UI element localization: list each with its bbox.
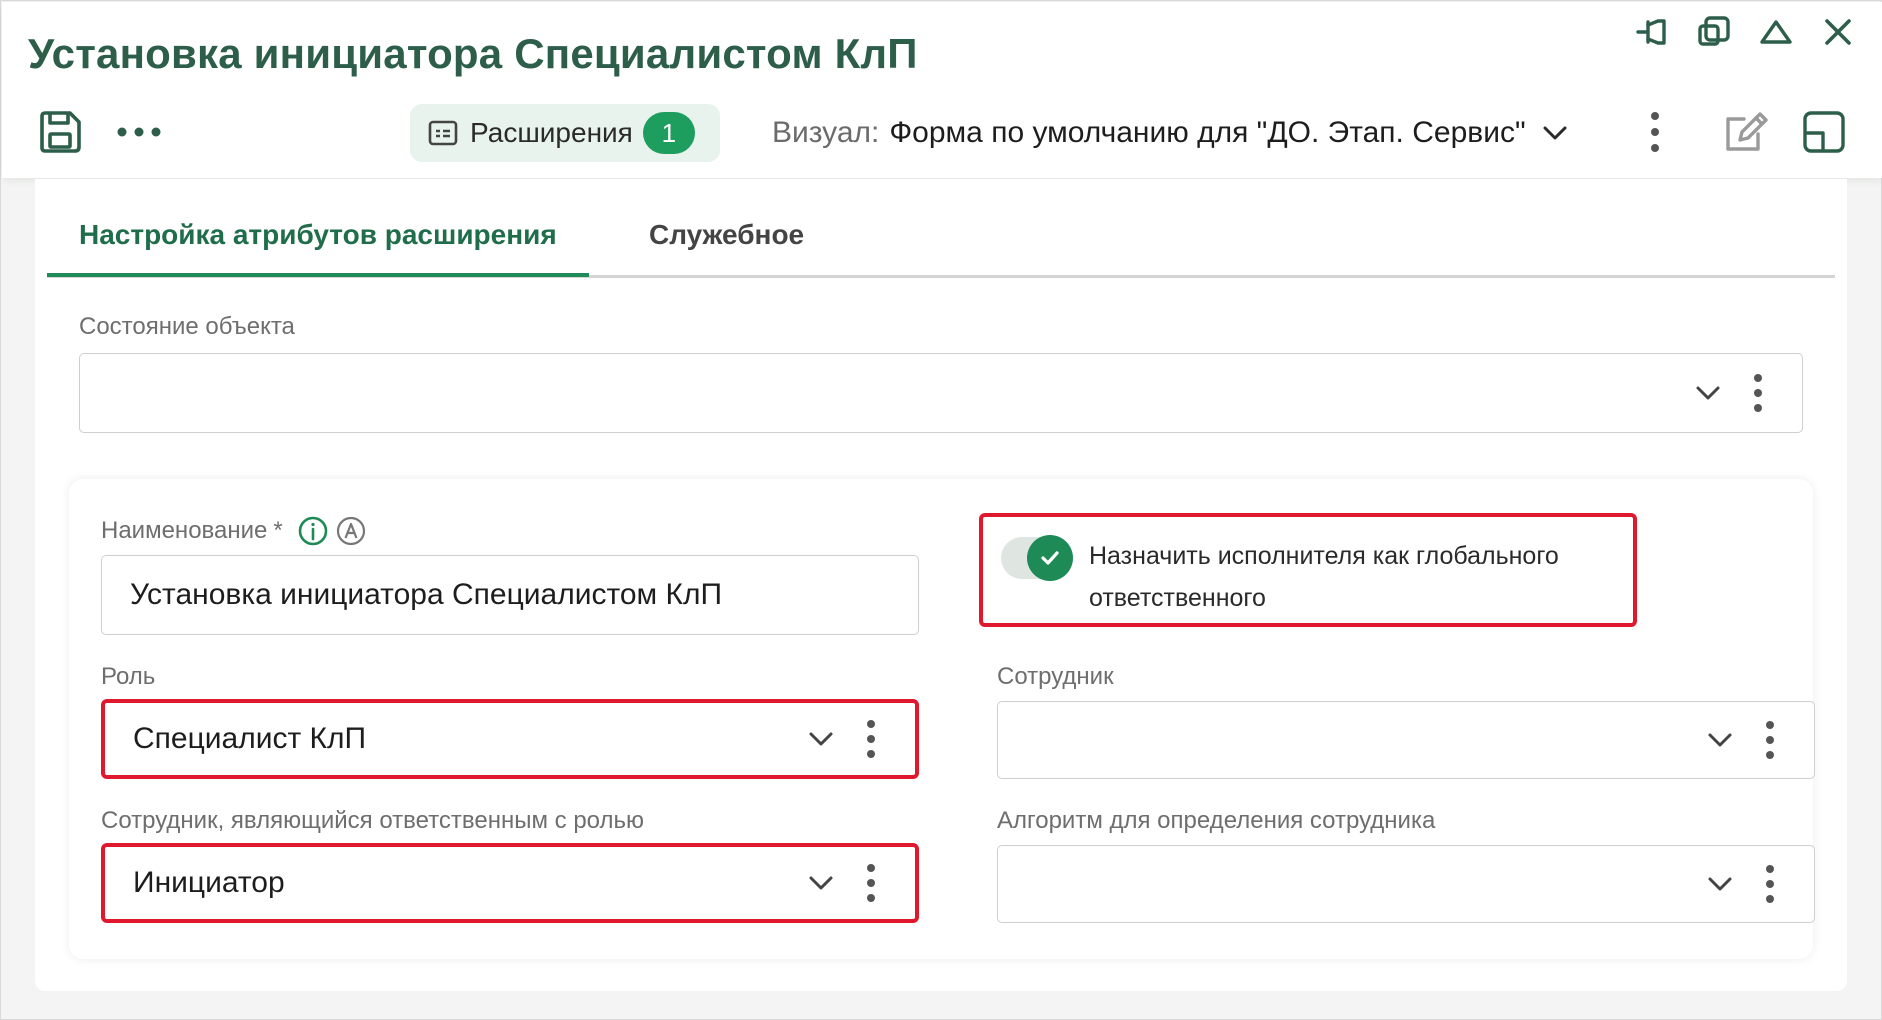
object-state-field[interactable] xyxy=(79,353,1803,433)
responsible-employee-value: Инициатор xyxy=(133,866,285,899)
more-horizontal-icon[interactable] xyxy=(114,114,164,150)
extensions-label: Расширения xyxy=(470,117,633,148)
employee-label: Сотрудник xyxy=(997,663,1114,690)
collapse-icon[interactable] xyxy=(1756,12,1796,52)
algorithm-label: Алгоритм для определения сотрудника xyxy=(997,807,1436,834)
visual-value: Форма по умолчанию для "ДО. Этап. Сервис… xyxy=(889,116,1526,149)
responsible-employee-field[interactable]: Инициатор xyxy=(101,843,919,923)
responsible-employee-label: Сотрудник, являющийся ответственным с ро… xyxy=(101,807,644,834)
window-controls xyxy=(1632,12,1858,52)
algorithm-field[interactable] xyxy=(997,845,1815,923)
global-responsible-toggle[interactable] xyxy=(1001,535,1073,581)
pin-icon[interactable] xyxy=(1632,12,1672,52)
tab-bar: Настройка атрибутов расширения Служебное xyxy=(47,179,1835,278)
edit-icon[interactable] xyxy=(1720,106,1772,158)
name-field[interactable]: Установка инициатора Специалистом КлП xyxy=(101,555,919,635)
form-card: Настройка атрибутов расширения Служебное… xyxy=(35,179,1847,991)
layout-icon[interactable] xyxy=(1798,106,1850,158)
save-icon[interactable] xyxy=(34,106,86,158)
tab-service[interactable]: Служебное xyxy=(649,219,804,273)
extensions-icon xyxy=(428,119,458,147)
extensions-button[interactable]: Расширения 1 xyxy=(410,104,720,162)
chevron-down-icon[interactable] xyxy=(1700,864,1740,904)
role-label: Роль xyxy=(101,663,156,690)
attributes-panel: Наименование * Установка инициатора Спец… xyxy=(69,479,1815,959)
more-vertical-icon[interactable] xyxy=(1760,720,1780,760)
more-vertical-icon[interactable] xyxy=(861,863,881,903)
extensions-count-badge: 1 xyxy=(642,112,695,154)
name-label-row: Наименование * xyxy=(101,515,367,547)
page-title: Установка инициатора Специалистом КлП xyxy=(28,30,918,77)
name-label: Наименование xyxy=(101,517,268,544)
chevron-down-icon[interactable] xyxy=(1688,373,1728,413)
window-header: Установка инициатора Специалистом КлП Ра… xyxy=(2,2,1882,178)
role-value: Специалист КлП xyxy=(133,722,367,755)
auto-attribute-icon[interactable] xyxy=(335,515,367,547)
chevron-down-icon[interactable] xyxy=(1700,720,1740,760)
more-vertical-icon[interactable] xyxy=(1760,864,1780,904)
info-icon[interactable] xyxy=(297,515,329,547)
global-responsible-label: Назначить исполнителя как глобального от… xyxy=(1089,542,1559,612)
object-state-label: Состояние объекта xyxy=(79,313,295,340)
visual-label: Визуал: xyxy=(772,116,880,149)
more-vertical-icon[interactable] xyxy=(1748,373,1768,413)
chevron-down-icon[interactable] xyxy=(801,863,841,903)
restore-icon[interactable] xyxy=(1694,12,1734,52)
name-value: Установка инициатора Специалистом КлП xyxy=(130,578,723,611)
required-mark: * xyxy=(273,517,283,544)
employee-field[interactable] xyxy=(997,701,1815,779)
chevron-down-icon[interactable] xyxy=(801,719,841,759)
global-responsible-toggle-group: Назначить исполнителя как глобального от… xyxy=(979,513,1637,627)
tab-extension-attributes[interactable]: Настройка атрибутов расширения xyxy=(47,219,589,277)
check-icon xyxy=(1027,535,1073,581)
close-icon[interactable] xyxy=(1818,12,1858,52)
visual-selector[interactable]: Визуал: Форма по умолчанию для "ДО. Этап… xyxy=(772,116,1568,150)
window-frame: Установка инициатора Специалистом КлП Ра… xyxy=(0,0,1882,1020)
role-field[interactable]: Специалист КлП xyxy=(101,699,919,779)
visual-more-icon[interactable] xyxy=(1642,108,1668,156)
more-vertical-icon[interactable] xyxy=(861,719,881,759)
chevron-down-icon xyxy=(1542,125,1568,141)
